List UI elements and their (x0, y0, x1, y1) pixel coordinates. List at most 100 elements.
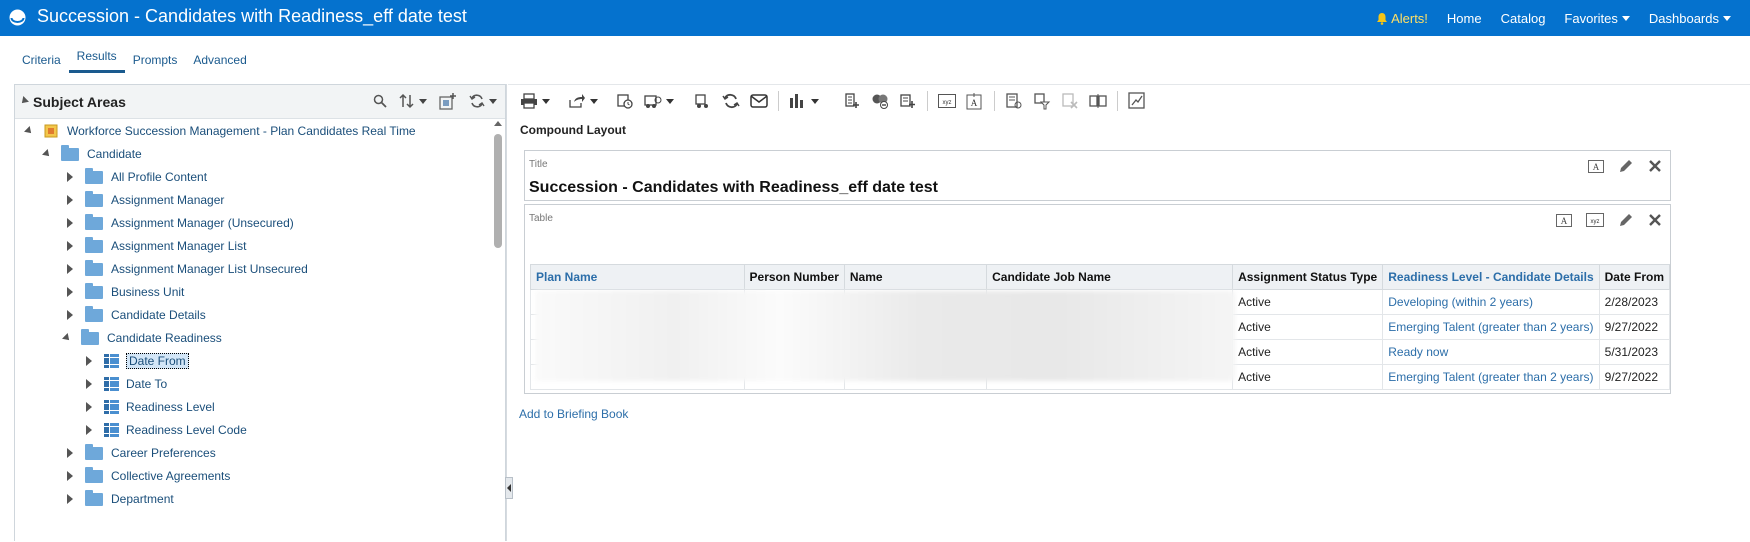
expand-toggle-icon[interactable] (86, 356, 92, 366)
edit-view-button[interactable] (1618, 212, 1634, 228)
column-header-name[interactable]: Name (843, 264, 988, 290)
deliver-button[interactable] (644, 92, 674, 110)
remove-filter-button[interactable] (1061, 92, 1079, 110)
expand-toggle-icon[interactable] (43, 150, 51, 158)
tree-item-candidate-readiness[interactable]: Candidate Readiness (63, 327, 222, 349)
column-header-assignment-status-type[interactable]: Assignment Status Type (1232, 264, 1384, 290)
top-header: Succession - Candidates with Readiness_e… (0, 0, 1750, 36)
tree-item-folder[interactable]: Assignment Manager List Unsecured (67, 258, 308, 280)
scroll-up-icon[interactable] (494, 121, 502, 126)
remove-view-button[interactable] (1648, 159, 1662, 173)
expand-toggle-icon[interactable] (67, 310, 73, 320)
add-to-briefing-book-link[interactable]: Add to Briefing Book (519, 407, 628, 421)
pencil-icon (1620, 214, 1632, 226)
oracle-logo-icon[interactable] (9, 9, 26, 26)
tree-item-folder[interactable]: Assignment Manager List (67, 235, 246, 257)
tree-item-column[interactable]: Readiness Level (86, 396, 215, 418)
tab-prompts[interactable]: Prompts (125, 45, 186, 73)
format-container-button[interactable]: A (1556, 212, 1572, 228)
tab-criteria[interactable]: Criteria (14, 45, 69, 73)
xyz-icon: xyz (1586, 213, 1604, 227)
filter-button[interactable] (1033, 92, 1051, 110)
alerts-link[interactable]: Alerts! (1376, 11, 1428, 26)
table-header-row: Plan Name Person Number Name Candidate J… (530, 264, 1671, 290)
tree-item-column[interactable]: Readiness Level Code (86, 419, 247, 441)
table-view: Table A xyz Plan Name Person Number Name… (524, 204, 1671, 394)
edit-layout-button[interactable] (1128, 92, 1146, 110)
tree-item-folder[interactable]: Collective Agreements (67, 465, 230, 487)
tree-item-folder[interactable]: Business Unit (67, 281, 184, 303)
expand-toggle-icon[interactable] (63, 334, 71, 342)
tree-item-label: Assignment Manager List (111, 239, 247, 253)
print-button[interactable] (520, 93, 550, 109)
remove-view-icon (872, 94, 888, 109)
email-button[interactable] (750, 93, 768, 109)
expand-toggle-icon[interactable] (86, 425, 92, 435)
expand-toggle-icon[interactable] (67, 287, 73, 297)
tree-scrollbar[interactable] (493, 121, 503, 541)
search-button[interactable] (373, 94, 387, 108)
tree-item-column[interactable]: Date To (86, 373, 167, 395)
tab-results[interactable]: Results (68, 45, 125, 73)
bar-chart-icon (790, 94, 803, 108)
remove-view-button[interactable] (1648, 213, 1662, 227)
collapse-panel-handle[interactable] (505, 477, 513, 499)
column-header-person-number[interactable]: Person Number (743, 264, 845, 290)
agent-button[interactable] (694, 92, 712, 110)
expand-toggle-icon[interactable] (86, 379, 92, 389)
tree-item-label: Career Preferences (111, 446, 216, 460)
expand-toggle-icon[interactable] (67, 471, 73, 481)
tree-item-folder[interactable]: Department (67, 488, 174, 510)
tree-item-folder[interactable]: All Profile Content (67, 166, 207, 188)
tab-advanced[interactable]: Advanced (185, 45, 254, 73)
favorites-menu[interactable]: Favorites (1564, 11, 1630, 26)
column-header-date-from[interactable]: Date From (1598, 264, 1671, 290)
cell-readiness-level[interactable]: Ready now (1382, 339, 1600, 365)
duplicate-view-button[interactable] (843, 92, 861, 110)
expand-toggle-icon[interactable] (67, 264, 73, 274)
tree-item-column-date-from[interactable]: Date From (86, 350, 189, 372)
cell-readiness-level[interactable]: Emerging Talent (greater than 2 years) (1382, 314, 1600, 340)
cell-readiness-level[interactable]: Emerging Talent (greater than 2 years) (1382, 364, 1600, 390)
show-variables-button[interactable]: xyz (1586, 213, 1604, 227)
export-button[interactable] (568, 93, 598, 109)
add-view-button[interactable] (899, 92, 917, 110)
expand-toggle-icon[interactable] (67, 195, 73, 205)
tree-item-folder[interactable]: Candidate Details (67, 304, 206, 326)
cell-readiness-level[interactable]: Developing (within 2 years) (1382, 289, 1600, 315)
tree-item-folder[interactable]: Career Preferences (67, 442, 216, 464)
refresh-results-button[interactable] (722, 92, 740, 110)
expand-toggle-icon[interactable] (67, 494, 73, 504)
expand-toggle-icon[interactable] (67, 172, 73, 182)
new-view-button[interactable] (789, 92, 819, 110)
expand-toggle-icon[interactable] (86, 402, 92, 412)
column-header-plan-name[interactable]: Plan Name (530, 264, 745, 290)
expand-toggle-icon[interactable] (67, 218, 73, 228)
collapse-icon[interactable] (19, 96, 29, 106)
format-container-button[interactable]: A (1588, 158, 1604, 174)
edit-view-button[interactable] (1618, 158, 1634, 174)
column-header-candidate-job-name[interactable]: Candidate Job Name (986, 264, 1234, 290)
tree-item-folder[interactable]: Assignment Manager (Unsecured) (67, 212, 294, 234)
tree-item-subject-area[interactable]: Workforce Succession Management - Plan C… (25, 120, 416, 142)
refresh-button[interactable] (469, 93, 497, 109)
format-text-button[interactable]: A (966, 92, 984, 110)
expand-toggle-icon[interactable] (25, 127, 33, 135)
catalog-link[interactable]: Catalog (1501, 11, 1546, 26)
tree-item-folder[interactable]: Assignment Manager (67, 189, 224, 211)
remove-view-button[interactable] (871, 92, 889, 110)
home-link[interactable]: Home (1447, 11, 1482, 26)
edit-analysis-properties-button[interactable] (1005, 92, 1023, 110)
tree-item-candidate[interactable]: Candidate (43, 143, 142, 165)
compound-layout-button[interactable] (1089, 92, 1107, 110)
show-variables-button[interactable]: xyz (938, 94, 956, 108)
add-subject-area-button[interactable] (439, 92, 457, 110)
schedule-button[interactable] (616, 92, 634, 110)
dashboards-menu[interactable]: Dashboards (1649, 11, 1731, 26)
scroll-thumb[interactable] (494, 134, 502, 248)
expand-toggle-icon[interactable] (67, 241, 73, 251)
expand-toggle-icon[interactable] (67, 448, 73, 458)
panel-splitter[interactable] (506, 84, 507, 541)
column-header-readiness-level[interactable]: Readiness Level - Candidate Details (1382, 264, 1600, 290)
sort-button[interactable] (399, 93, 427, 109)
